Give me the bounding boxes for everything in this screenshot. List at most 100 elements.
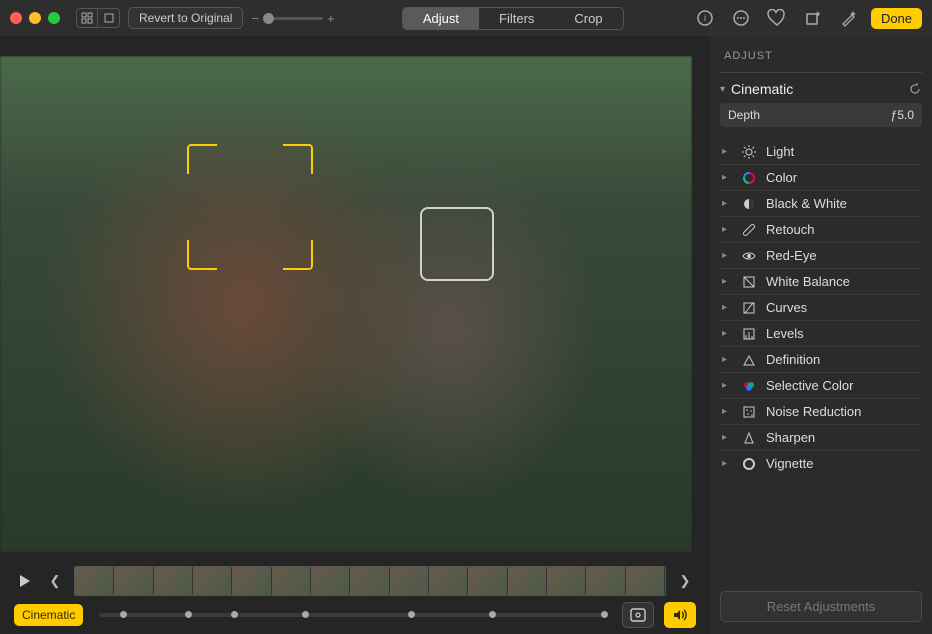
adjustment-item-definition[interactable]: ▸ Definition — [720, 347, 922, 373]
filmstrip-thumb[interactable] — [626, 567, 665, 595]
secondary-focus-bracket[interactable] — [420, 207, 494, 281]
info-icon[interactable]: i — [691, 6, 719, 30]
filmstrip[interactable] — [74, 566, 666, 596]
filmstrip-thumb[interactable] — [75, 567, 114, 595]
photo-viewer[interactable] — [0, 56, 692, 552]
filmstrip-thumb[interactable] — [311, 567, 350, 595]
keyframe-dot[interactable] — [302, 611, 309, 618]
chevron-right-icon: ▸ — [722, 432, 732, 443]
light-icon — [740, 145, 758, 159]
tab-filters[interactable]: Filters — [479, 8, 554, 29]
keyframe-dot[interactable] — [408, 611, 415, 618]
adjustment-item-noise-reduction[interactable]: ▸Noise Reduction — [720, 399, 922, 425]
trim-end-handle[interactable]: ❯ — [674, 567, 696, 595]
focus-target-button[interactable] — [622, 602, 654, 628]
thumbnail-view-toggle[interactable] — [76, 8, 120, 28]
keyframe-dot[interactable] — [601, 611, 608, 618]
adjustment-item-black-white[interactable]: ▸Black & White — [720, 191, 922, 217]
zoom-control[interactable]: − + — [251, 11, 334, 26]
vignette-icon — [740, 457, 758, 471]
eye-icon — [740, 249, 758, 263]
transport-bar: ❮ ❯ Cinematic — [0, 562, 710, 634]
filmstrip-thumb[interactable] — [547, 567, 586, 595]
bandage-icon — [740, 223, 758, 237]
cinematic-chip[interactable]: Cinematic — [14, 604, 83, 626]
audio-button[interactable] — [664, 602, 696, 628]
cinematic-reset-icon[interactable] — [908, 82, 922, 96]
rotate-icon[interactable] — [799, 6, 827, 30]
edit-mode-tabs: Adjust Filters Crop — [402, 7, 624, 30]
minimize-window-button[interactable] — [29, 12, 41, 24]
adjustment-item-label: Light — [766, 144, 794, 159]
more-icon[interactable] — [727, 6, 755, 30]
adjustment-list: ▸Light▸Color▸Black & White▸Retouch▸Red-E… — [720, 139, 922, 476]
chevron-right-icon: ▸ — [722, 146, 732, 157]
keyframe-track[interactable] — [99, 613, 606, 617]
depth-value: ƒ5.0 — [891, 108, 914, 122]
adjustment-item-curves[interactable]: ▸ Curves — [720, 295, 922, 321]
filmstrip-thumb[interactable] — [350, 567, 389, 595]
filmstrip-thumb[interactable] — [193, 567, 232, 595]
filmstrip-thumb[interactable] — [232, 567, 271, 595]
chevron-right-icon: ▸ — [722, 380, 732, 391]
tab-crop[interactable]: Crop — [554, 8, 622, 29]
close-window-button[interactable] — [10, 12, 22, 24]
filmstrip-thumb[interactable] — [390, 567, 429, 595]
adjustment-item-vignette[interactable]: ▸Vignette — [720, 451, 922, 476]
depth-row[interactable]: Depth ƒ5.0 — [720, 103, 922, 127]
zoom-window-button[interactable] — [48, 12, 60, 24]
revert-button[interactable]: Revert to Original — [128, 7, 243, 29]
chevron-right-icon: ▸ — [722, 302, 732, 313]
done-button[interactable]: Done — [871, 8, 922, 29]
adjustment-item-label: Curves — [766, 300, 807, 315]
primary-focus-bracket[interactable] — [187, 144, 313, 270]
play-button[interactable] — [14, 567, 36, 595]
filmstrip-thumb[interactable] — [154, 567, 193, 595]
zoom-slider-thumb[interactable] — [263, 13, 274, 24]
filmstrip-thumb[interactable] — [586, 567, 625, 595]
adjustment-item-selective-color[interactable]: ▸ Selective Color — [720, 373, 922, 399]
sidebar-title: ADJUST — [724, 50, 922, 62]
adjustment-item-label: White Balance — [766, 274, 850, 289]
filmstrip-thumb[interactable] — [468, 567, 507, 595]
noise-icon — [740, 405, 758, 419]
keyframe-dot[interactable] — [185, 611, 192, 618]
adjust-sidebar: ADJUST ▾ Cinematic Depth ƒ5.0 ▸Light▸Col… — [710, 36, 932, 634]
wb-icon — [740, 275, 758, 289]
adjustment-item-retouch[interactable]: ▸Retouch — [720, 217, 922, 243]
filmstrip-thumb[interactable] — [429, 567, 468, 595]
auto-enhance-icon[interactable] — [835, 6, 863, 30]
adjustment-item-label: Selective Color — [766, 378, 853, 393]
cinematic-header[interactable]: ▾ Cinematic — [720, 81, 922, 97]
adjustment-item-sharpen[interactable]: ▸ Sharpen — [720, 425, 922, 451]
adjustment-item-red-eye[interactable]: ▸Red-Eye — [720, 243, 922, 269]
zoom-slider-track[interactable] — [263, 17, 323, 20]
main-area: ❮ ❯ Cinematic ADJUST ▾ Cinematic — [0, 36, 932, 634]
keyframe-dot[interactable] — [120, 611, 127, 618]
cinematic-section: ▾ Cinematic Depth ƒ5.0 — [720, 81, 922, 127]
adjustment-item-label: Sharpen — [766, 430, 815, 445]
chevron-right-icon: ▸ — [722, 354, 732, 365]
filmstrip-thumb[interactable] — [114, 567, 153, 595]
adjustment-item-label: Levels — [766, 326, 804, 341]
adjustment-item-color[interactable]: ▸Color — [720, 165, 922, 191]
keyframe-dot[interactable] — [489, 611, 496, 618]
adjustment-item-label: Black & White — [766, 196, 847, 211]
adjustment-item-light[interactable]: ▸ Light — [720, 139, 922, 165]
zoom-out-icon: − — [251, 11, 259, 26]
filmstrip-thumb[interactable] — [508, 567, 547, 595]
photo-content — [0, 56, 692, 552]
reset-adjustments-button[interactable]: Reset Adjustments — [720, 591, 922, 622]
keyframe-dot[interactable] — [231, 611, 238, 618]
adjustment-item-levels[interactable]: ▸Levels — [720, 321, 922, 347]
favorite-heart-icon[interactable] — [763, 6, 791, 30]
adjustment-item-white-balance[interactable]: ▸White Balance — [720, 269, 922, 295]
adjustment-item-label: Definition — [766, 352, 820, 367]
divider — [720, 72, 922, 73]
color-ring-icon — [740, 171, 758, 185]
filmstrip-thumb[interactable] — [272, 567, 311, 595]
adjustment-item-label: Color — [766, 170, 797, 185]
trim-start-handle[interactable]: ❮ — [44, 567, 66, 595]
tab-adjust[interactable]: Adjust — [403, 8, 479, 29]
selective-color-icon — [740, 379, 758, 393]
